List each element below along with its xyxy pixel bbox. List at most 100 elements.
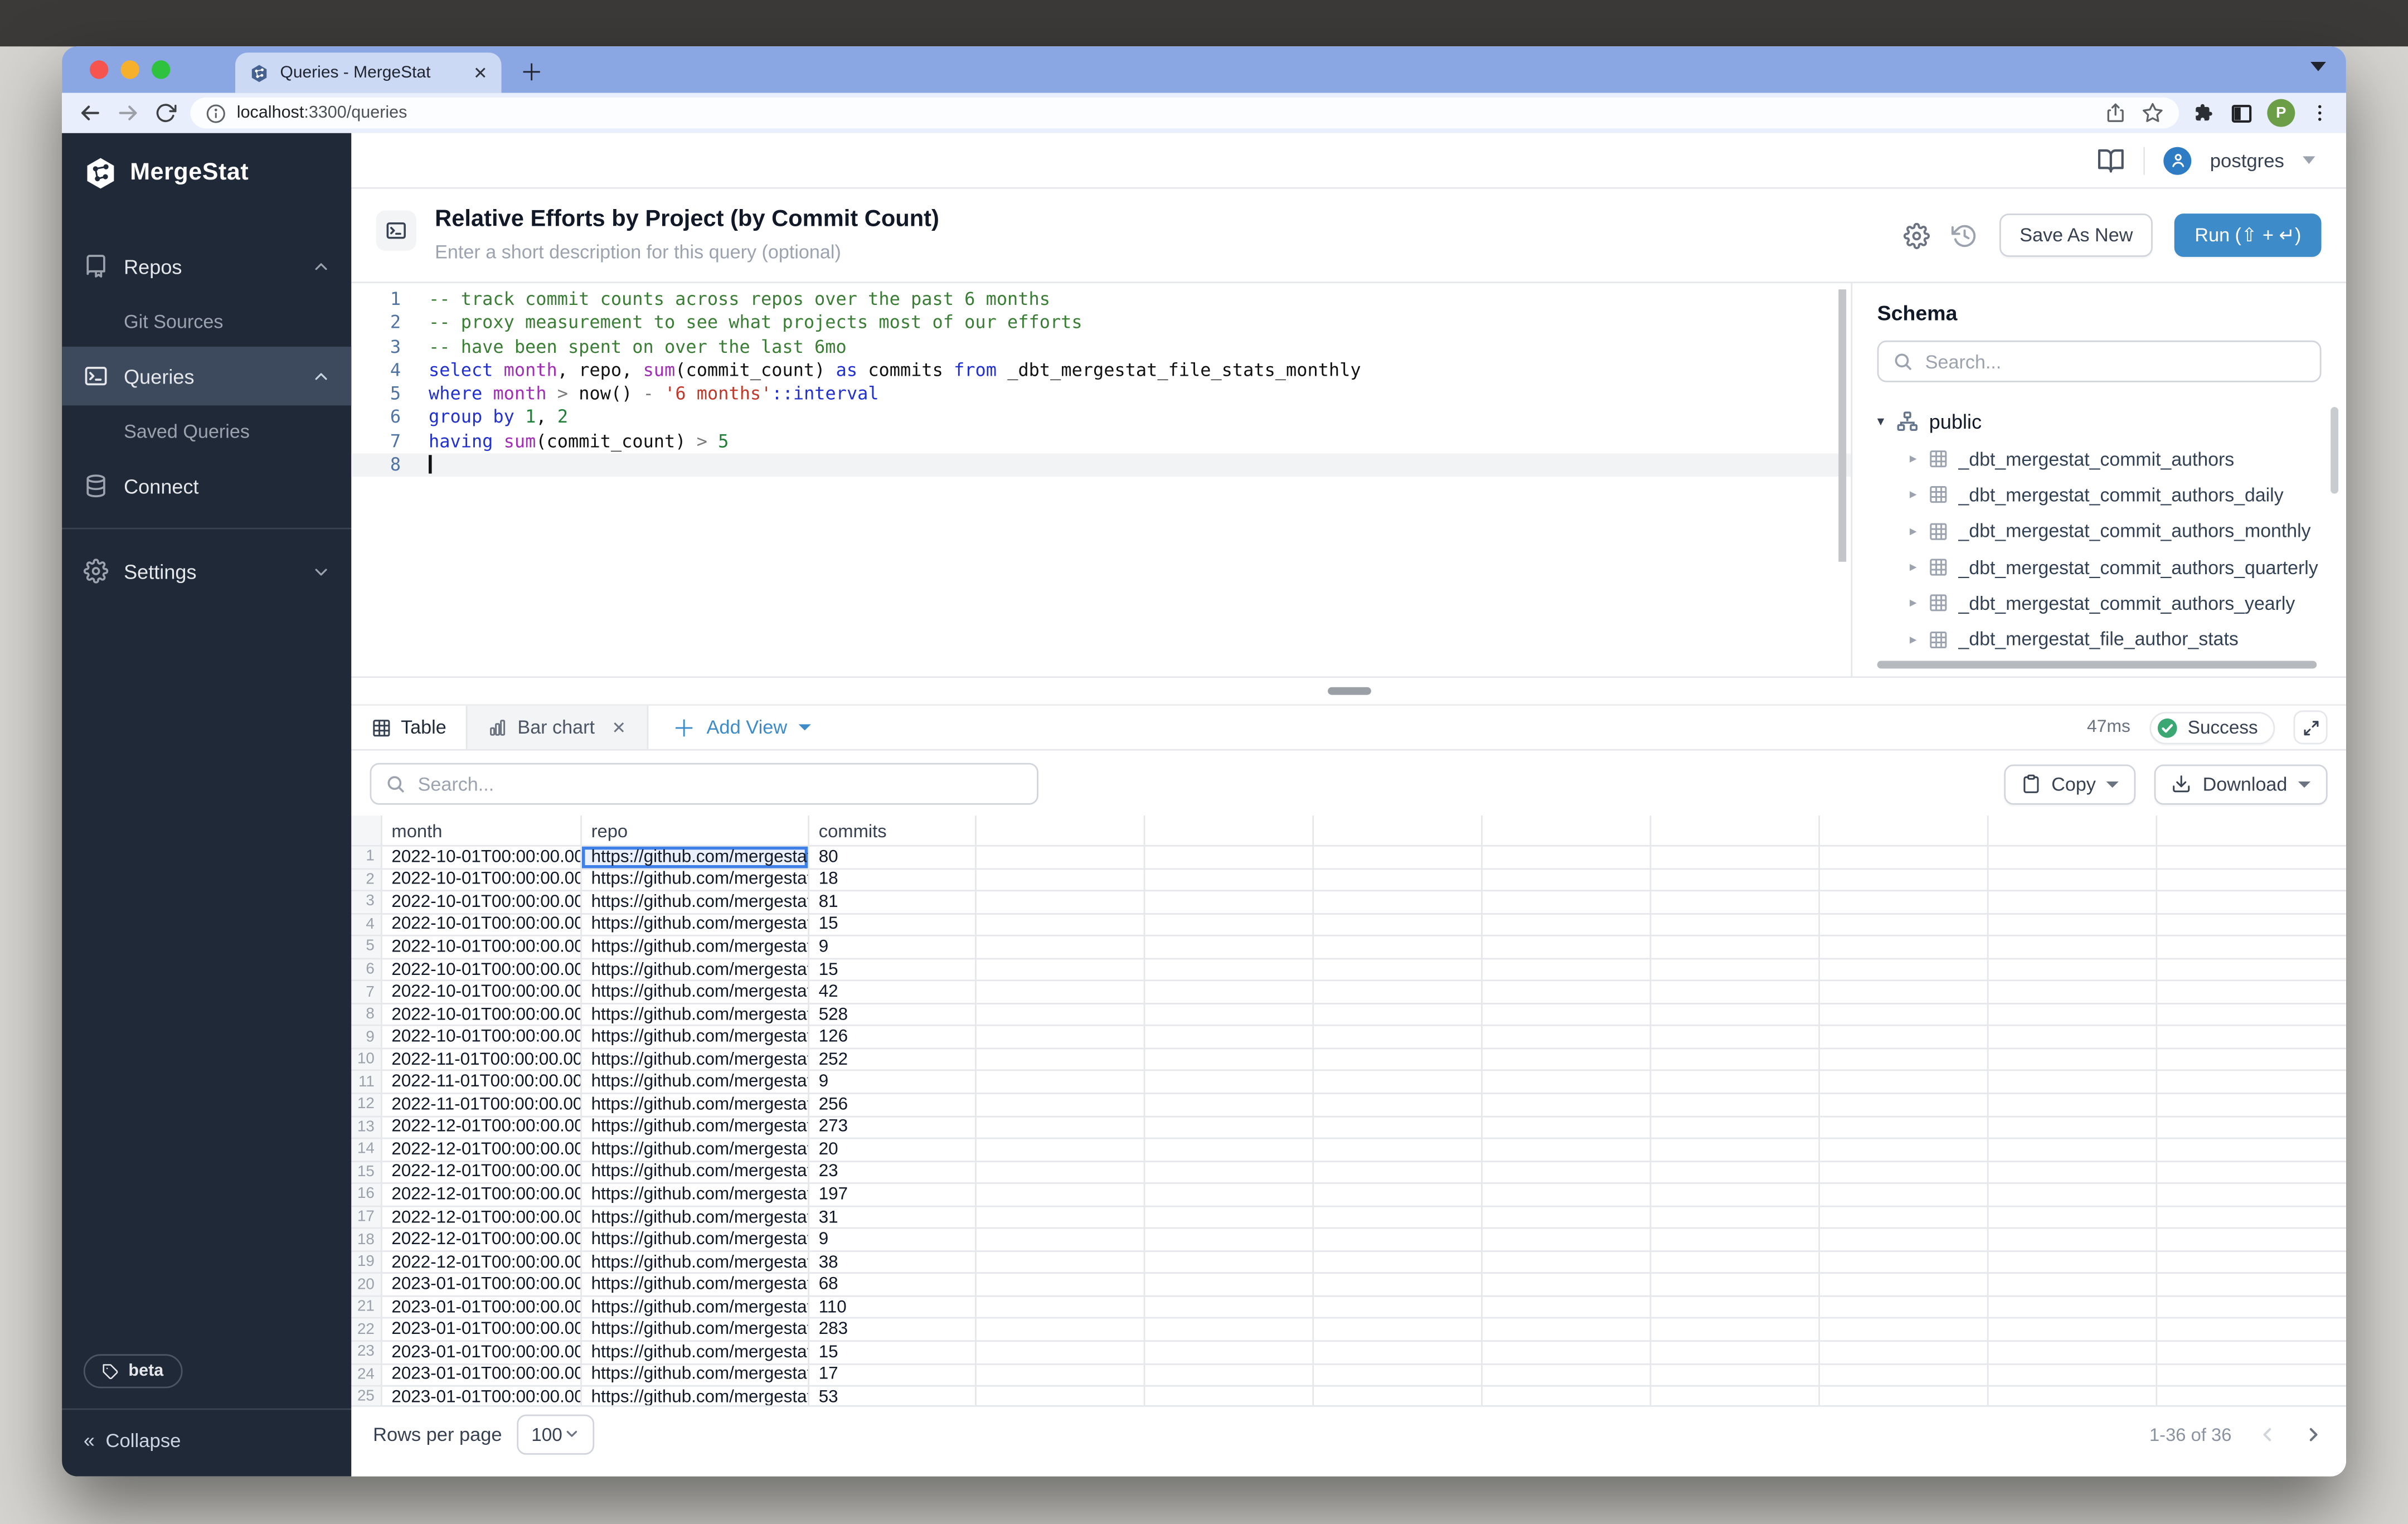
cell-commits[interactable]: 15	[809, 959, 977, 982]
cell-month[interactable]: 2022-12-01T00:00:00.000Z	[382, 1117, 582, 1139]
sidebar-item-git-sources[interactable]: Git Sources	[62, 295, 351, 347]
cell-month[interactable]: 2022-10-01T00:00:00.000Z	[382, 1004, 582, 1026]
cell-repo[interactable]: https://github.com/mergestat/...	[582, 1117, 809, 1139]
cell-repo[interactable]: https://github.com/mergestat/...	[582, 869, 809, 891]
cell-commits[interactable]: 15	[809, 1342, 977, 1364]
cell-commits[interactable]: 110	[809, 1297, 977, 1319]
cell-commits[interactable]: 42	[809, 982, 977, 1004]
cell-month[interactable]: 2023-01-01T00:00:00.000Z	[382, 1387, 582, 1405]
cell-repo[interactable]: https://github.com/mergestat/...	[582, 1207, 809, 1229]
sidebar-item-connect[interactable]: Connect	[62, 457, 351, 516]
schema-vertical-scrollbar[interactable]	[2331, 407, 2338, 493]
cell-repo[interactable]: https://github.com/mergestat/...	[582, 1094, 809, 1117]
cell-month[interactable]: 2023-01-01T00:00:00.000Z	[382, 1342, 582, 1364]
cell-month[interactable]: 2023-01-01T00:00:00.000Z	[382, 1319, 582, 1342]
cell-repo[interactable]: https://github.com/mergestat/...	[582, 847, 809, 869]
cell-commits[interactable]: 9	[809, 936, 977, 959]
reload-icon[interactable]	[155, 102, 177, 124]
cell-commits[interactable]: 81	[809, 891, 977, 914]
cell-commits[interactable]: 20	[809, 1139, 977, 1162]
editor-line[interactable]: 8	[351, 454, 1851, 477]
sql-editor[interactable]: 1-- track commit counts across repos ove…	[351, 283, 1851, 676]
tab-bar-chart[interactable]: Bar chart ✕	[468, 706, 648, 749]
query-title-input[interactable]: Relative Efforts by Project (by Commit C…	[435, 206, 1885, 232]
new-tab-button[interactable]: ＋	[520, 56, 543, 88]
expand-results-button[interactable]	[2294, 710, 2328, 744]
query-settings-gear-icon[interactable]	[1904, 222, 1930, 248]
cell-repo[interactable]: https://github.com/mergestat/...	[582, 1027, 809, 1049]
cell-repo[interactable]: https://github.com/mergestat/...	[582, 1319, 809, 1342]
sidebar-item-settings[interactable]: Settings	[62, 542, 351, 601]
editor-line[interactable]: 1-- track commit counts across repos ove…	[351, 288, 1851, 311]
cell-commits[interactable]: 53	[809, 1387, 977, 1405]
side-panel-icon[interactable]	[2230, 101, 2254, 125]
cell-month[interactable]: 2022-12-01T00:00:00.000Z	[382, 1229, 582, 1251]
cell-month[interactable]: 2022-11-01T00:00:00.000Z	[382, 1072, 582, 1094]
add-view-button[interactable]: ＋ Add View	[672, 706, 810, 749]
bookmark-star-icon[interactable]	[2142, 102, 2163, 124]
cell-commits[interactable]: 15	[809, 914, 977, 936]
cell-commits[interactable]: 23	[809, 1162, 977, 1184]
cell-repo[interactable]: https://github.com/mergestat/...	[582, 982, 809, 1004]
schema-table-node[interactable]: ▸_dbt_mergestat_commit_authors_daily	[1877, 477, 2346, 513]
cell-repo[interactable]: https://github.com/mergestat/...	[582, 1252, 809, 1274]
cell-month[interactable]: 2022-11-01T00:00:00.000Z	[382, 1049, 582, 1071]
cell-commits[interactable]: 9	[809, 1229, 977, 1251]
cell-repo[interactable]: https://github.com/mergestat/...	[582, 1072, 809, 1094]
cell-commits[interactable]: 126	[809, 1027, 977, 1049]
cell-commits[interactable]: 273	[809, 1117, 977, 1139]
cell-commits[interactable]: 256	[809, 1094, 977, 1117]
cell-commits[interactable]: 17	[809, 1365, 977, 1387]
site-info-icon[interactable]	[206, 103, 226, 123]
tab-table[interactable]: Table	[351, 706, 468, 749]
browser-profile-avatar[interactable]: P	[2267, 99, 2295, 127]
cell-repo[interactable]: https://github.com/mergestat/...	[582, 1049, 809, 1071]
schema-table-node[interactable]: ▸_dbt_mergestat_commit_authors_monthly	[1877, 513, 2346, 550]
cell-month[interactable]: 2022-12-01T00:00:00.000Z	[382, 1139, 582, 1162]
schema-table-node[interactable]: ▸_dbt_mergestat_commit_authors_quarterly	[1877, 549, 2346, 585]
splitter-handle-icon[interactable]	[1327, 687, 1371, 695]
editor-line[interactable]: 3-- have been spent on over the last 6mo	[351, 335, 1851, 358]
cell-month[interactable]: 2022-10-01T00:00:00.000Z	[382, 891, 582, 914]
cell-repo[interactable]: https://github.com/mergestat/...	[582, 936, 809, 959]
cell-repo[interactable]: https://github.com/mergestat/...	[582, 959, 809, 982]
cell-repo[interactable]: https://github.com/mergestat/...	[582, 1387, 809, 1405]
editor-line[interactable]: 4select month, repo, sum(commit_count) a…	[351, 359, 1851, 382]
cell-month[interactable]: 2022-10-01T00:00:00.000Z	[382, 936, 582, 959]
browser-menu-kebab-icon[interactable]	[2309, 102, 2331, 124]
sidebar-item-repos[interactable]: Repos	[62, 237, 351, 296]
results-search-input[interactable]: Search...	[370, 763, 1038, 805]
cell-month[interactable]: 2022-10-01T00:00:00.000Z	[382, 847, 582, 869]
schema-horizontal-scrollbar[interactable]	[1877, 661, 2317, 669]
cell-month[interactable]: 2023-01-01T00:00:00.000Z	[382, 1274, 582, 1297]
next-page-icon[interactable]	[2303, 1423, 2324, 1445]
sidebar-item-queries[interactable]: Queries	[62, 347, 351, 406]
cell-commits[interactable]: 38	[809, 1252, 977, 1274]
query-history-icon[interactable]	[1951, 222, 1978, 248]
docs-book-icon[interactable]	[2097, 146, 2125, 174]
cell-repo[interactable]: https://github.com/mergestat/...	[582, 1297, 809, 1319]
address-bar[interactable]: localhost:3300/queries	[190, 98, 2179, 129]
column-header-month[interactable]: month	[382, 816, 582, 847]
cell-repo[interactable]: https://github.com/mergestat/...	[582, 1365, 809, 1387]
schema-table-node[interactable]: ▸_dbt_mergestat_commit_authors_yearly	[1877, 585, 2346, 622]
cell-month[interactable]: 2022-11-01T00:00:00.000Z	[382, 1094, 582, 1117]
cell-month[interactable]: 2022-10-01T00:00:00.000Z	[382, 1027, 582, 1049]
user-menu[interactable]: postgres	[2210, 149, 2284, 171]
cell-commits[interactable]: 528	[809, 1004, 977, 1026]
cell-commits[interactable]: 68	[809, 1274, 977, 1297]
editor-line[interactable]: 5where month > now() - '6 months'::inter…	[351, 382, 1851, 406]
cell-repo[interactable]: https://github.com/mergestat/...	[582, 891, 809, 914]
cell-repo[interactable]: https://github.com/mergestat/...	[582, 1004, 809, 1026]
editor-line[interactable]: 2-- proxy measurement to see what projec…	[351, 312, 1851, 335]
copy-button[interactable]: Copy	[2003, 764, 2136, 804]
editor-scrollbar[interactable]	[1838, 289, 1846, 562]
rows-per-page-select[interactable]: 100	[517, 1414, 595, 1454]
cell-repo[interactable]: https://github.com/mergestat/...	[582, 1229, 809, 1251]
extensions-puzzle-icon[interactable]	[2193, 101, 2216, 125]
cell-month[interactable]: 2022-10-01T00:00:00.000Z	[382, 869, 582, 891]
browser-tab[interactable]: Queries - MergeStat ✕	[235, 52, 502, 93]
cell-repo[interactable]: https://github.com/mergestat/...	[582, 1342, 809, 1364]
cell-month[interactable]: 2022-10-01T00:00:00.000Z	[382, 914, 582, 936]
cell-month[interactable]: 2022-12-01T00:00:00.000Z	[382, 1184, 582, 1206]
